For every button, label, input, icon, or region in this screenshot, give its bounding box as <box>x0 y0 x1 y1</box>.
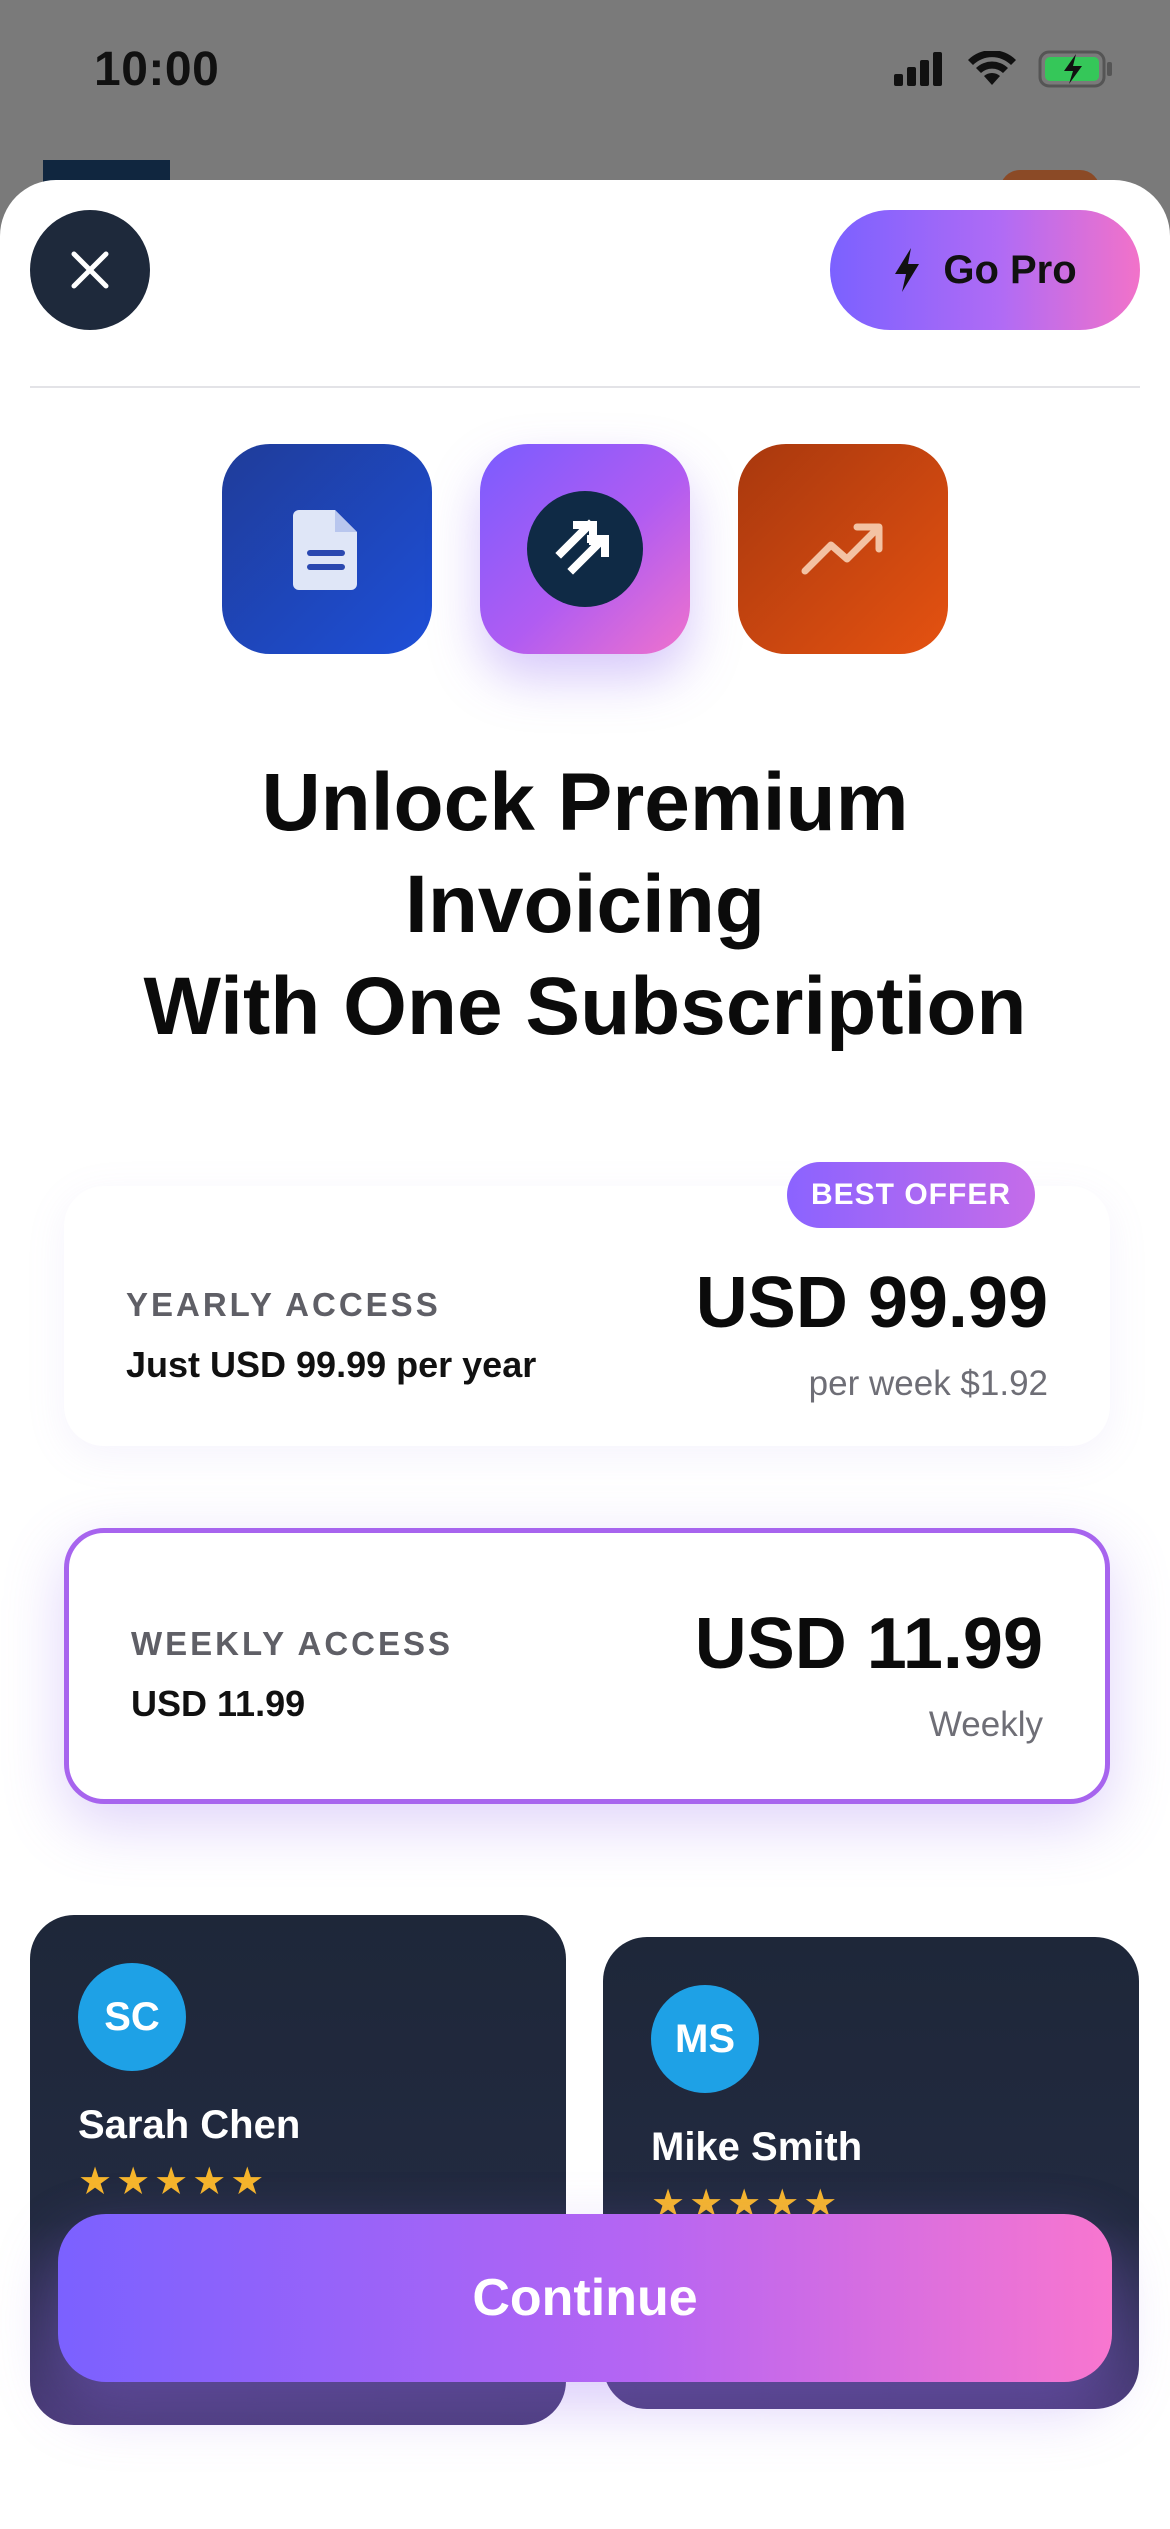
paywall-sheet: Go Pro Unlock Premium Invoicing With One… <box>0 180 1170 2529</box>
status-bar: 10:00 <box>0 0 1170 160</box>
signal-icon <box>894 52 942 86</box>
reviewer-name: Sarah Chen <box>78 2103 301 2147</box>
plan-subtitle: Just USD 99.99 per year <box>126 1344 537 1385</box>
continue-button[interactable]: Continue <box>58 2214 1112 2382</box>
close-icon <box>71 251 109 289</box>
status-icons <box>894 50 1114 88</box>
document-icon <box>293 510 357 590</box>
trending-up-icon <box>801 523 883 575</box>
star-rating: ★★★★★ <box>78 2161 269 2203</box>
app-logo-icon <box>527 491 643 607</box>
plan-subtitle: USD 11.99 <box>131 1683 306 1724</box>
status-time: 10:00 <box>94 43 220 96</box>
trend-app-tile <box>738 444 948 654</box>
plan-price: USD 11.99 <box>694 1604 1043 1684</box>
plan-price-note: Weekly <box>928 1705 1043 1744</box>
document-app-tile <box>222 444 432 654</box>
plan-kicker: WEEKLY ACCESS <box>131 1625 454 1662</box>
page-title: Unlock Premium Invoicing With One Subscr… <box>0 752 1170 1058</box>
best-offer-badge: BEST OFFER <box>787 1162 1035 1228</box>
battery-charging-icon <box>1038 50 1112 88</box>
main-app-tile <box>480 444 690 654</box>
title-line-2: Invoicing <box>405 859 765 950</box>
plan-price: USD 99.99 <box>695 1263 1048 1343</box>
wifi-icon <box>968 51 1016 85</box>
plan-kicker: YEARLY ACCESS <box>126 1286 441 1323</box>
plan-price-note: per week $1.92 <box>808 1364 1048 1403</box>
avatar: SC <box>78 1963 186 2071</box>
plan-option-weekly[interactable]: WEEKLY ACCESS USD 11.99 USD 11.99 Weekly <box>64 1528 1110 1804</box>
lightning-icon <box>895 248 920 292</box>
title-line-3: With One Subscription <box>143 961 1027 1052</box>
go-pro-label: Go Pro <box>943 247 1077 292</box>
reviewer-name: Mike Smith <box>651 2125 863 2169</box>
header-divider <box>30 386 1140 388</box>
title-line-1: Unlock Premium <box>261 757 909 848</box>
continue-label: Continue <box>472 2269 698 2327</box>
go-pro-button[interactable]: Go Pro <box>830 210 1140 330</box>
avatar: MS <box>651 1985 759 2093</box>
close-button[interactable] <box>30 210 150 330</box>
